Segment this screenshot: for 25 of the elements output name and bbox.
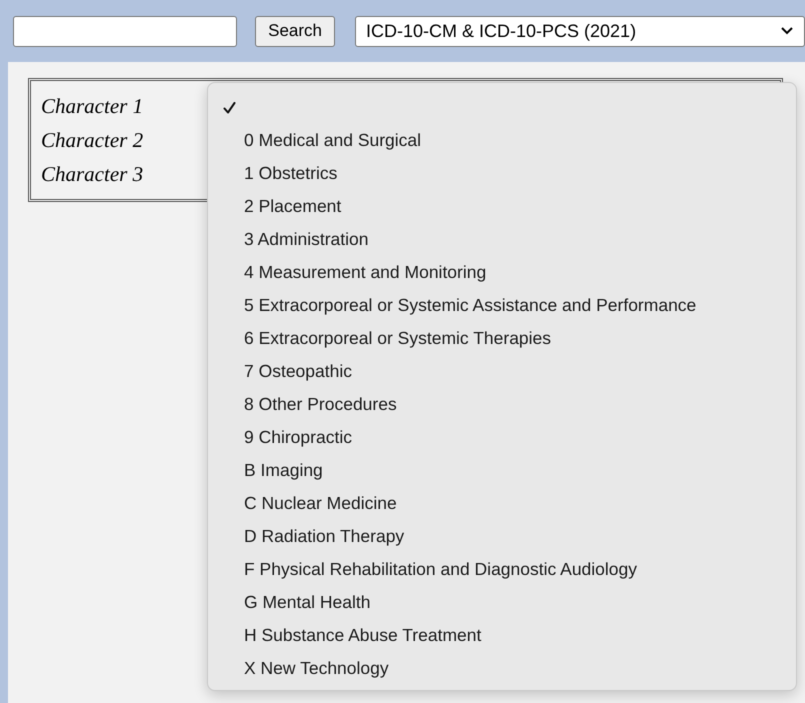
menu-item[interactable]: G Mental Health: [208, 586, 796, 619]
menu-item[interactable]: C Nuclear Medicine: [208, 487, 796, 520]
menu-item[interactable]: 5 Extracorporeal or Systemic Assistance and Performance: [208, 289, 796, 322]
chevron-down-icon: [781, 27, 794, 35]
menu-item[interactable]: 6 Extracorporeal or Systemic Therapies: [208, 322, 796, 355]
menu-item[interactable]: 4 Measurement and Monitoring: [208, 256, 796, 289]
search-button[interactable]: Search: [255, 16, 335, 46]
menu-item[interactable]: 1 Obstetrics: [208, 157, 796, 190]
menu-item[interactable]: 7 Osteopathic: [208, 355, 796, 388]
character-label: Character 1: [41, 93, 144, 120]
menu-item[interactable]: 0 Medical and Surgical: [208, 124, 796, 157]
menu-item[interactable]: D Radiation Therapy: [208, 520, 796, 553]
menu-item[interactable]: 2 Placement: [208, 190, 796, 223]
search-field[interactable]: [13, 16, 238, 46]
character-label: Character 2: [41, 127, 144, 154]
menu-item[interactable]: 9 Chiropractic: [208, 421, 796, 454]
menu-item[interactable]: X New Technology: [208, 652, 796, 685]
menu-item[interactable]: 8 Other Procedures: [208, 388, 796, 421]
character-label: Character 3: [41, 161, 144, 188]
code-set-select[interactable]: ICD-10-CM & ICD-10-PCS (2021): [355, 16, 805, 46]
check-icon: [223, 102, 236, 114]
menu-item[interactable]: H Substance Abuse Treatment: [208, 619, 796, 652]
menu-item[interactable]: F Physical Rehabilitation and Diagnostic Audiology: [208, 553, 796, 586]
menu-item[interactable]: B Imaging: [208, 454, 796, 487]
menu-item[interactable]: 3 Administration: [208, 223, 796, 256]
